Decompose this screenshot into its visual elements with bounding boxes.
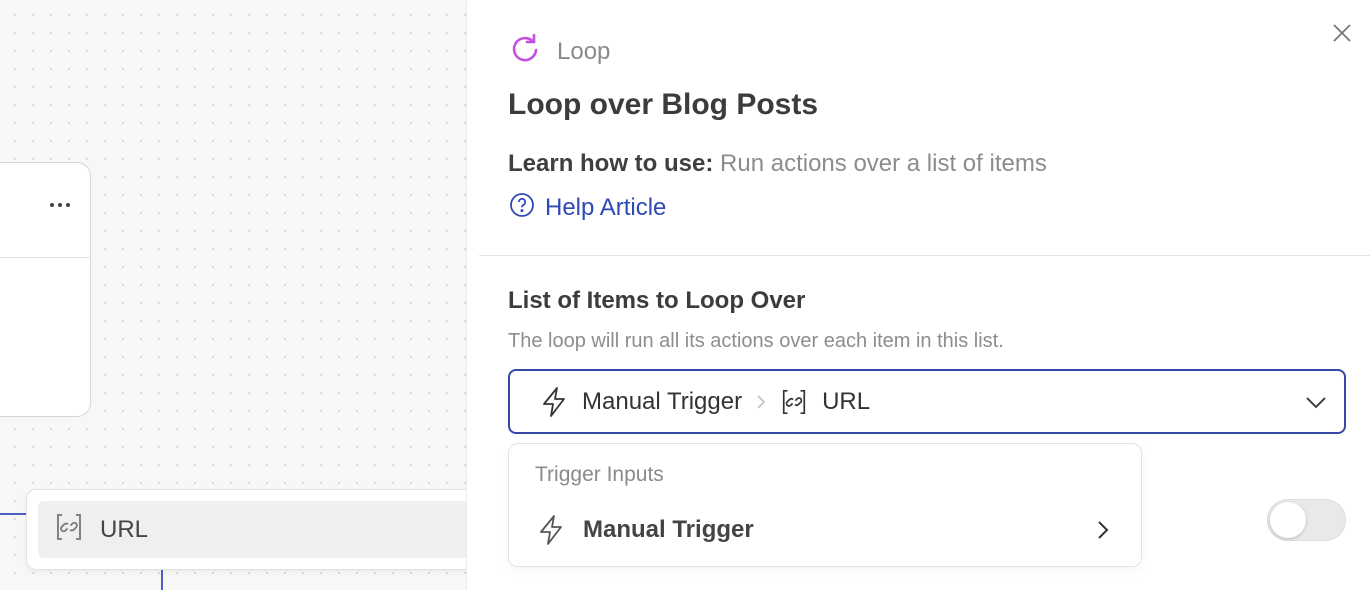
workflow-canvas[interactable]: URL [0, 0, 516, 590]
help-article-label: Help Article [545, 193, 667, 221]
learn-how-line: Learn how to use: Run actions over a lis… [508, 150, 1047, 178]
loop-option-toggle[interactable] [1267, 499, 1346, 541]
node-divider [0, 257, 90, 258]
list-items-select[interactable]: Manual Trigger URL [508, 369, 1346, 434]
selected-trigger-label: Manual Trigger [582, 387, 743, 415]
page-title: Loop over Blog Posts [508, 88, 819, 121]
learn-prefix: Learn how to use: [508, 150, 714, 177]
learn-text: Run actions over a list of items [720, 150, 1047, 177]
question-circle-icon [509, 192, 535, 223]
url-option-label: URL [100, 515, 149, 543]
connector-edge-vertical [161, 568, 163, 590]
step-type-header: Loop [509, 32, 610, 71]
app-stage: URL Loop Loop over Blog Posts Learn how … [0, 0, 1370, 590]
url-variable-option[interactable]: URL [38, 501, 505, 558]
close-icon[interactable] [1331, 22, 1353, 44]
more-dots-icon[interactable] [50, 203, 70, 207]
toggle-knob [1270, 502, 1306, 538]
dropdown-option-label: Manual Trigger [583, 516, 754, 543]
breadcrumb-chevron-icon [754, 393, 768, 411]
loop-config-panel: Loop Loop over Blog Posts Learn how to u… [466, 0, 1370, 590]
section-divider [479, 255, 1370, 256]
list-items-description: The loop will run all its actions over e… [508, 330, 1004, 352]
list-items-title: List of Items to Loop Over [508, 287, 806, 314]
chevron-right-icon [1095, 518, 1111, 547]
trigger-inputs-dropdown: Trigger Inputs Manual Trigger [508, 443, 1142, 567]
dropdown-option-manual-trigger[interactable]: Manual Trigger [509, 504, 1141, 556]
help-article-link[interactable]: Help Article [509, 192, 666, 223]
loop-arrow-icon [509, 32, 543, 71]
selected-field-label: URL [822, 387, 871, 415]
bracket-link-icon [54, 512, 84, 547]
dropdown-group-label: Trigger Inputs [535, 463, 664, 486]
variable-popover: URL [26, 489, 516, 570]
lightning-bolt-icon [540, 386, 568, 418]
step-type-label: Loop [557, 37, 611, 65]
bracket-link-icon [780, 388, 808, 416]
lightning-bolt-icon [537, 513, 565, 547]
chevron-down-icon [1304, 392, 1328, 417]
workflow-node-card[interactable] [0, 162, 91, 417]
